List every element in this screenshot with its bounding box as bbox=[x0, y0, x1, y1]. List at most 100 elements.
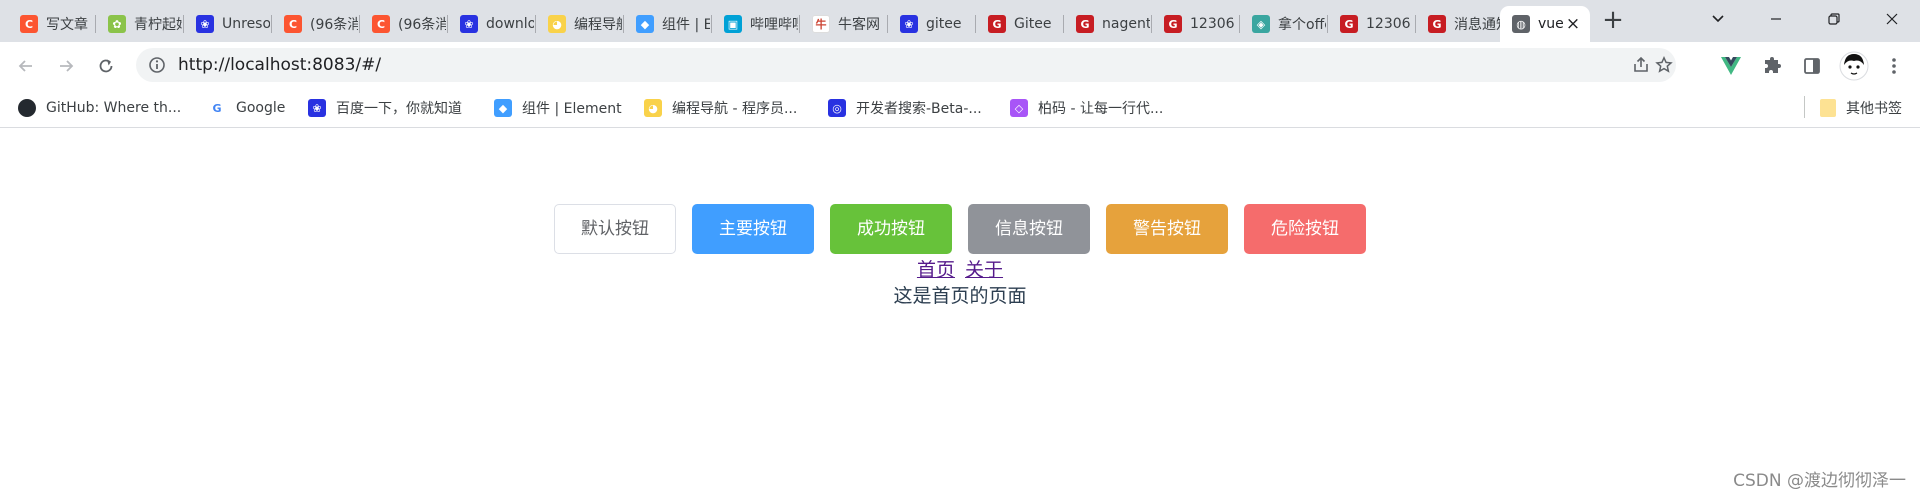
page-text: 这是首页的页面 bbox=[893, 285, 1027, 307]
tab-title: 青柠起始页 bbox=[134, 17, 182, 33]
bookmark-item[interactable]: ◆ 组件 | Element bbox=[494, 98, 622, 118]
baidu-paw-icon: ❀ bbox=[460, 15, 478, 33]
tab-title: 哔哩哔哩 bbox=[750, 17, 798, 33]
tab-4[interactable]: C (96条消息) bbox=[360, 6, 448, 42]
tab-title: 牛客网 bbox=[838, 17, 880, 33]
bookmark-item[interactable]: G Google bbox=[208, 98, 285, 118]
address-bar[interactable]: http://localhost:8083/#/ bbox=[136, 48, 1676, 82]
bookmark-item[interactable]: ◎ 开发者搜索-Beta-... bbox=[828, 98, 982, 118]
tab-14[interactable]: ◈ 拿个offer bbox=[1240, 6, 1328, 42]
share-icon[interactable] bbox=[1632, 56, 1650, 74]
tab-title: 消息通知 bbox=[1454, 17, 1502, 33]
watermark: CSDN @渡边彻彻泽一 bbox=[1733, 471, 1906, 491]
csdn-icon: C bbox=[284, 15, 302, 33]
tab-title: 组件 | Element bbox=[662, 17, 710, 33]
back-button[interactable] bbox=[10, 50, 42, 82]
bookmark-item[interactable]: ◇ 柏码 - 让每一行代... bbox=[1010, 98, 1163, 118]
other-bookmarks[interactable]: 其他书签 bbox=[1820, 98, 1902, 118]
avatar-icon bbox=[1839, 51, 1869, 81]
info-button[interactable]: 信息按钮 bbox=[968, 204, 1090, 254]
close-icon bbox=[1886, 13, 1898, 25]
bookmarks-bar: GitHub: Where th... G Google ❀ 百度一下，你就知道 ◆ 组件 … bbox=[0, 88, 1920, 128]
tab-13[interactable]: G 12306 bbox=[1152, 6, 1240, 42]
tab-title: Gitee bbox=[1014, 16, 1052, 32]
arrow-left-icon bbox=[18, 60, 32, 72]
more-vert-icon bbox=[1892, 58, 1896, 74]
bookmark-item[interactable]: GitHub: Where th... bbox=[18, 98, 181, 118]
dev-search-icon: ◎ bbox=[828, 99, 846, 117]
tab-7[interactable]: ◆ 组件 | Element bbox=[624, 6, 712, 42]
bookmark-label: Google bbox=[236, 100, 286, 116]
reload-icon bbox=[99, 59, 113, 73]
about-link[interactable]: 关于 bbox=[965, 259, 1003, 281]
csdn-icon: C bbox=[20, 15, 38, 33]
duck-icon: ◕ bbox=[644, 99, 662, 117]
tab-12[interactable]: Gnagent bbox=[1064, 6, 1152, 42]
tab-16[interactable]: G 消息通知 bbox=[1416, 6, 1504, 42]
tab-title: 编程导航 bbox=[574, 17, 622, 33]
bookmark-item[interactable]: ❀ 百度一下，你就知道 bbox=[308, 98, 462, 118]
tab-15[interactable]: G 12306 bbox=[1328, 6, 1416, 42]
duck-icon: ◕ bbox=[548, 15, 566, 33]
tab-close-icon[interactable]: × bbox=[1564, 15, 1582, 33]
vue-devtools-icon[interactable] bbox=[1720, 55, 1742, 77]
element-icon: ◆ bbox=[494, 99, 512, 117]
bookmark-label: 组件 | Element bbox=[522, 101, 622, 117]
warning-button[interactable]: 警告按钮 bbox=[1106, 204, 1228, 254]
reload-button[interactable] bbox=[90, 50, 122, 82]
tab-10[interactable]: ❀ gitee bbox=[888, 6, 976, 42]
danger-button[interactable]: 危险按钮 bbox=[1244, 204, 1366, 254]
restore-button[interactable] bbox=[1806, 0, 1862, 38]
fish-icon: ◈ bbox=[1252, 15, 1270, 33]
tab-0[interactable]: C 写文章 bbox=[8, 6, 96, 42]
baidu-paw-icon: ❀ bbox=[900, 15, 918, 33]
tab-2[interactable]: ❀ Unresolved bbox=[184, 6, 272, 42]
gitee-icon: G bbox=[1076, 15, 1094, 33]
tab-search-button[interactable] bbox=[1690, 0, 1746, 38]
info-icon[interactable] bbox=[148, 56, 166, 74]
tab-title: nagent bbox=[1102, 16, 1150, 32]
minimize-button[interactable] bbox=[1748, 0, 1804, 38]
tab-8[interactable]: ▣ 哔哩哔哩 bbox=[712, 6, 800, 42]
bookmark-label: 柏码 - 让每一行代... bbox=[1038, 101, 1164, 117]
profile-avatar[interactable] bbox=[1839, 51, 1869, 81]
tab-1[interactable]: ✿ 青柠起始页 bbox=[96, 6, 184, 42]
bookmark-label: 编程导航 - 程序员... bbox=[672, 101, 798, 117]
bookmark-star-icon[interactable] bbox=[1655, 56, 1673, 74]
close-window-button[interactable] bbox=[1864, 0, 1920, 38]
google-icon: G bbox=[208, 99, 226, 117]
chevron-down-icon bbox=[1712, 15, 1724, 23]
tab-title: (96条消息) bbox=[398, 17, 446, 33]
bookmark-label: 百度一下，你就知道 bbox=[336, 101, 462, 117]
primary-button[interactable]: 主要按钮 bbox=[692, 204, 814, 254]
button-row: 默认按钮 主要按钮 成功按钮 信息按钮 警告按钮 危险按钮 bbox=[0, 204, 1920, 254]
tab-9[interactable]: 牛牛客网 bbox=[800, 6, 888, 42]
side-panel-icon[interactable] bbox=[1801, 55, 1823, 77]
default-button[interactable]: 默认按钮 bbox=[554, 204, 676, 254]
home-link[interactable]: 首页 bbox=[917, 259, 955, 281]
browser-toolbar: http://localhost:8083/#/ bbox=[0, 42, 1920, 88]
globe-icon: ◍ bbox=[1512, 15, 1530, 33]
tab-17[interactable]: ◍ vue × bbox=[1500, 6, 1590, 42]
csdn-icon: C bbox=[372, 15, 390, 33]
tab-5[interactable]: ❀ download bbox=[448, 6, 536, 42]
bookmark-label: 开发者搜索-Beta-... bbox=[856, 101, 982, 117]
menu-button[interactable] bbox=[1883, 55, 1905, 77]
new-tab-button[interactable]: + bbox=[1598, 6, 1628, 36]
bookmark-item[interactable]: ◕ 编程导航 - 程序员... bbox=[644, 98, 797, 118]
tab-title: 12306 bbox=[1190, 16, 1235, 32]
tab-11[interactable]: G Gitee bbox=[976, 6, 1064, 42]
lime-icon: ✿ bbox=[108, 15, 126, 33]
forward-button[interactable] bbox=[50, 50, 82, 82]
other-bookmarks-label: 其他书签 bbox=[1846, 101, 1902, 117]
tab-6[interactable]: ◕ 编程导航 bbox=[536, 6, 624, 42]
baidu-paw-icon: ❀ bbox=[308, 99, 326, 117]
tab-title: gitee bbox=[926, 16, 962, 32]
extensions-icon[interactable] bbox=[1762, 55, 1784, 77]
github-icon bbox=[18, 99, 36, 117]
bookmarks-divider bbox=[1804, 96, 1805, 118]
tab-3[interactable]: C (96条消息) bbox=[272, 6, 360, 42]
router-nav: 首页 关于 bbox=[0, 255, 1920, 282]
success-button[interactable]: 成功按钮 bbox=[830, 204, 952, 254]
url-text[interactable]: http://localhost:8083/#/ bbox=[178, 55, 381, 75]
